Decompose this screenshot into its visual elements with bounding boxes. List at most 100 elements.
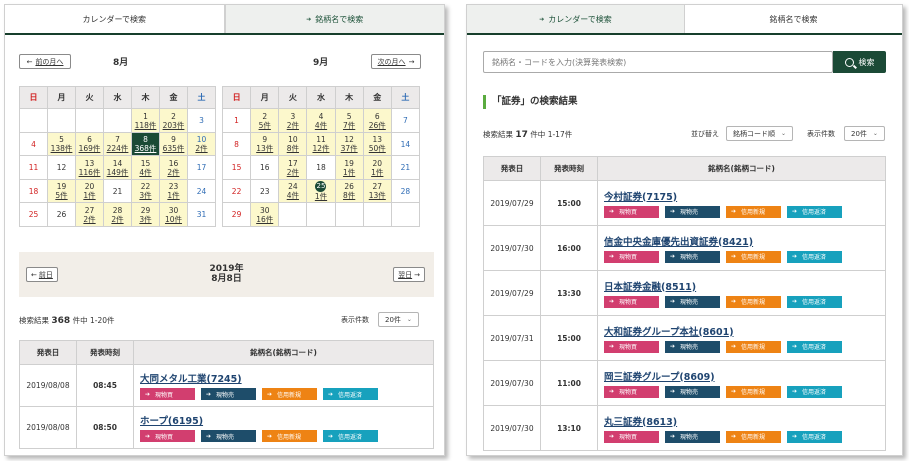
trade-action-button[interactable]: ➔ 現物買 — [604, 385, 659, 398]
calendar-day[interactable]: 19 5件 — [47, 178, 76, 203]
stock-name-link[interactable]: 信金中央金庫優先出資証券(8421) — [604, 234, 885, 248]
day-count-link[interactable]: 16件 — [251, 215, 278, 224]
trade-action-button[interactable]: ➔ 信用返済 — [323, 388, 378, 400]
calendar-day[interactable]: 12 37件 — [334, 131, 364, 156]
prev-month-button[interactable]: ← 前の月へ — [19, 54, 71, 69]
stock-name-link[interactable]: 今村証券(7175) — [604, 189, 885, 203]
trade-action-button[interactable]: ➔ 信用返済 — [787, 250, 842, 263]
day-count-link[interactable]: 116件 — [76, 168, 103, 177]
day-count-link[interactable]: 149件 — [104, 168, 131, 177]
trade-action-button[interactable]: ➔ 信用新規 — [726, 250, 781, 263]
calendar-day[interactable]: 23 1件 — [159, 178, 188, 203]
day-count-link[interactable]: 1件 — [364, 168, 391, 177]
search-input[interactable]: 銘柄名・コードを入力(決算発表検索) — [483, 51, 833, 73]
day-count-link[interactable]: 2件 — [160, 168, 187, 177]
trade-action-button[interactable]: ➔ 信用新規 — [726, 385, 781, 398]
calendar-day[interactable]: 3 2件 — [278, 108, 308, 133]
calendar-day[interactable]: 27 2件 — [75, 202, 104, 227]
calendar-day[interactable]: 13 50件 — [362, 131, 392, 156]
calendar-day[interactable]: 29 3件 — [131, 202, 160, 227]
calendar-day[interactable]: 13 116件 — [75, 155, 104, 180]
day-count-link[interactable]: 3件 — [132, 215, 159, 224]
day-count-link[interactable]: 8件 — [336, 191, 363, 200]
day-count-link[interactable]: 3件 — [132, 191, 159, 200]
trade-action-button[interactable]: ➔ 信用新規 — [726, 295, 781, 308]
day-count-link[interactable]: 4件 — [132, 168, 159, 177]
day-count-link[interactable]: 37件 — [336, 144, 363, 153]
day-count-link[interactable]: 50件 — [364, 144, 391, 153]
trade-action-button[interactable]: ➔ 現物買 — [604, 295, 659, 308]
calendar-day[interactable]: 11 12件 — [306, 131, 336, 156]
calendar-day[interactable]: 15 4件 — [131, 155, 160, 180]
trade-action-button[interactable]: ➔ 信用新規 — [262, 430, 317, 442]
trade-action-button[interactable]: ➔ 現物売 — [201, 430, 256, 442]
trade-action-button[interactable]: ➔ 現物買 — [604, 250, 659, 263]
day-count-link[interactable]: 635件 — [160, 144, 187, 153]
next-day-button[interactable]: 翌日 → — [393, 267, 425, 282]
trade-action-button[interactable]: ➔ 現物売 — [665, 250, 720, 263]
day-count-link[interactable]: 1件 — [160, 191, 187, 200]
trade-action-button[interactable]: ➔ 信用返済 — [787, 205, 842, 218]
calendar-day[interactable]: 25 1件 — [306, 178, 336, 203]
calendar-day[interactable]: 27 13件 — [362, 178, 392, 203]
trade-action-button[interactable]: ➔ 信用返済 — [787, 340, 842, 353]
day-count-link[interactable]: 2件 — [279, 168, 306, 177]
calendar-day[interactable]: 20 1件 — [75, 178, 104, 203]
day-count-link[interactable]: 12件 — [307, 144, 334, 153]
tab-calendar-search[interactable]: カレンダーで検索 — [5, 5, 225, 33]
calendar-day[interactable]: 1 118件 — [131, 108, 160, 133]
trade-action-button[interactable]: ➔ 現物買 — [604, 340, 659, 353]
next-month-button[interactable]: 次の月へ → — [371, 54, 421, 69]
calendar-day[interactable]: 19 1件 — [334, 155, 364, 180]
calendar-day[interactable]: 2 203件 — [159, 108, 188, 133]
stock-name-link[interactable]: ホープ(6195) — [140, 413, 433, 427]
calendar-day[interactable]: 28 2件 — [103, 202, 132, 227]
calendar-day[interactable]: 24 4件 — [278, 178, 308, 203]
trade-action-button[interactable]: ➔ 現物売 — [665, 430, 720, 443]
day-count-link[interactable]: 203件 — [160, 121, 187, 130]
trade-action-button[interactable]: ➔ 現物買 — [604, 430, 659, 443]
trade-action-button[interactable]: ➔ 現物売 — [201, 388, 256, 400]
day-count-link[interactable]: 2件 — [76, 215, 103, 224]
calendar-day[interactable]: 6 26件 — [362, 108, 392, 133]
calendar-day[interactable]: 22 3件 — [131, 178, 160, 203]
day-count-link[interactable]: 1件 — [307, 192, 334, 201]
trade-action-button[interactable]: ➔ 現物買 — [140, 430, 195, 442]
calendar-day[interactable]: 30 16件 — [250, 202, 280, 227]
day-count-link[interactable]: 26件 — [364, 121, 391, 130]
trade-action-button[interactable]: ➔ 信用新規 — [726, 430, 781, 443]
trade-action-button[interactable]: ➔ 信用返済 — [787, 430, 842, 443]
trade-action-button[interactable]: ➔ 信用新規 — [262, 388, 317, 400]
stock-name-link[interactable]: 岡三証券グループ(8609) — [604, 369, 885, 383]
day-count-link[interactable]: 1件 — [336, 168, 363, 177]
calendar-day[interactable]: 16 2件 — [159, 155, 188, 180]
sort-select[interactable]: 銘柄コード順 ⌄ — [726, 126, 794, 141]
trade-action-button[interactable]: ➔ 信用返済 — [323, 430, 378, 442]
day-count-link[interactable]: 138件 — [48, 144, 75, 153]
trade-action-button[interactable]: ➔ 現物売 — [665, 385, 720, 398]
day-count-link[interactable]: 13件 — [364, 191, 391, 200]
calendar-day[interactable]: 17 2件 — [278, 155, 308, 180]
calendar-day[interactable]: 8 368件 — [131, 131, 160, 156]
calendar-day[interactable]: 4 4件 — [306, 108, 336, 133]
day-count-link[interactable]: 13件 — [251, 144, 278, 153]
day-count-link[interactable]: 7件 — [336, 121, 363, 130]
day-count-link[interactable]: 5件 — [48, 191, 75, 200]
day-count-link[interactable]: 4件 — [279, 191, 306, 200]
calendar-day[interactable]: 6 169件 — [75, 131, 104, 156]
day-count-link[interactable]: 4件 — [307, 121, 334, 130]
trade-action-button[interactable]: ➔ 信用返済 — [787, 295, 842, 308]
calendar-day[interactable]: 10 8件 — [278, 131, 308, 156]
day-count-link[interactable]: 118件 — [132, 121, 159, 130]
calendar-day[interactable]: 5 138件 — [47, 131, 76, 156]
calendar-day[interactable]: 20 1件 — [362, 155, 392, 180]
per-page-select[interactable]: 20件 ⌄ — [844, 126, 885, 141]
calendar-day[interactable]: 9 635件 — [159, 131, 188, 156]
trade-action-button[interactable]: ➔ 信用返済 — [787, 385, 842, 398]
day-count-link[interactable]: 10件 — [160, 215, 187, 224]
day-count-link[interactable]: 169件 — [76, 144, 103, 153]
day-count-link[interactable]: 2件 — [104, 215, 131, 224]
day-count-link[interactable]: 1件 — [76, 191, 103, 200]
trade-action-button[interactable]: ➔ 現物売 — [665, 340, 720, 353]
per-page-select[interactable]: 20件 ⌄ — [378, 312, 419, 327]
